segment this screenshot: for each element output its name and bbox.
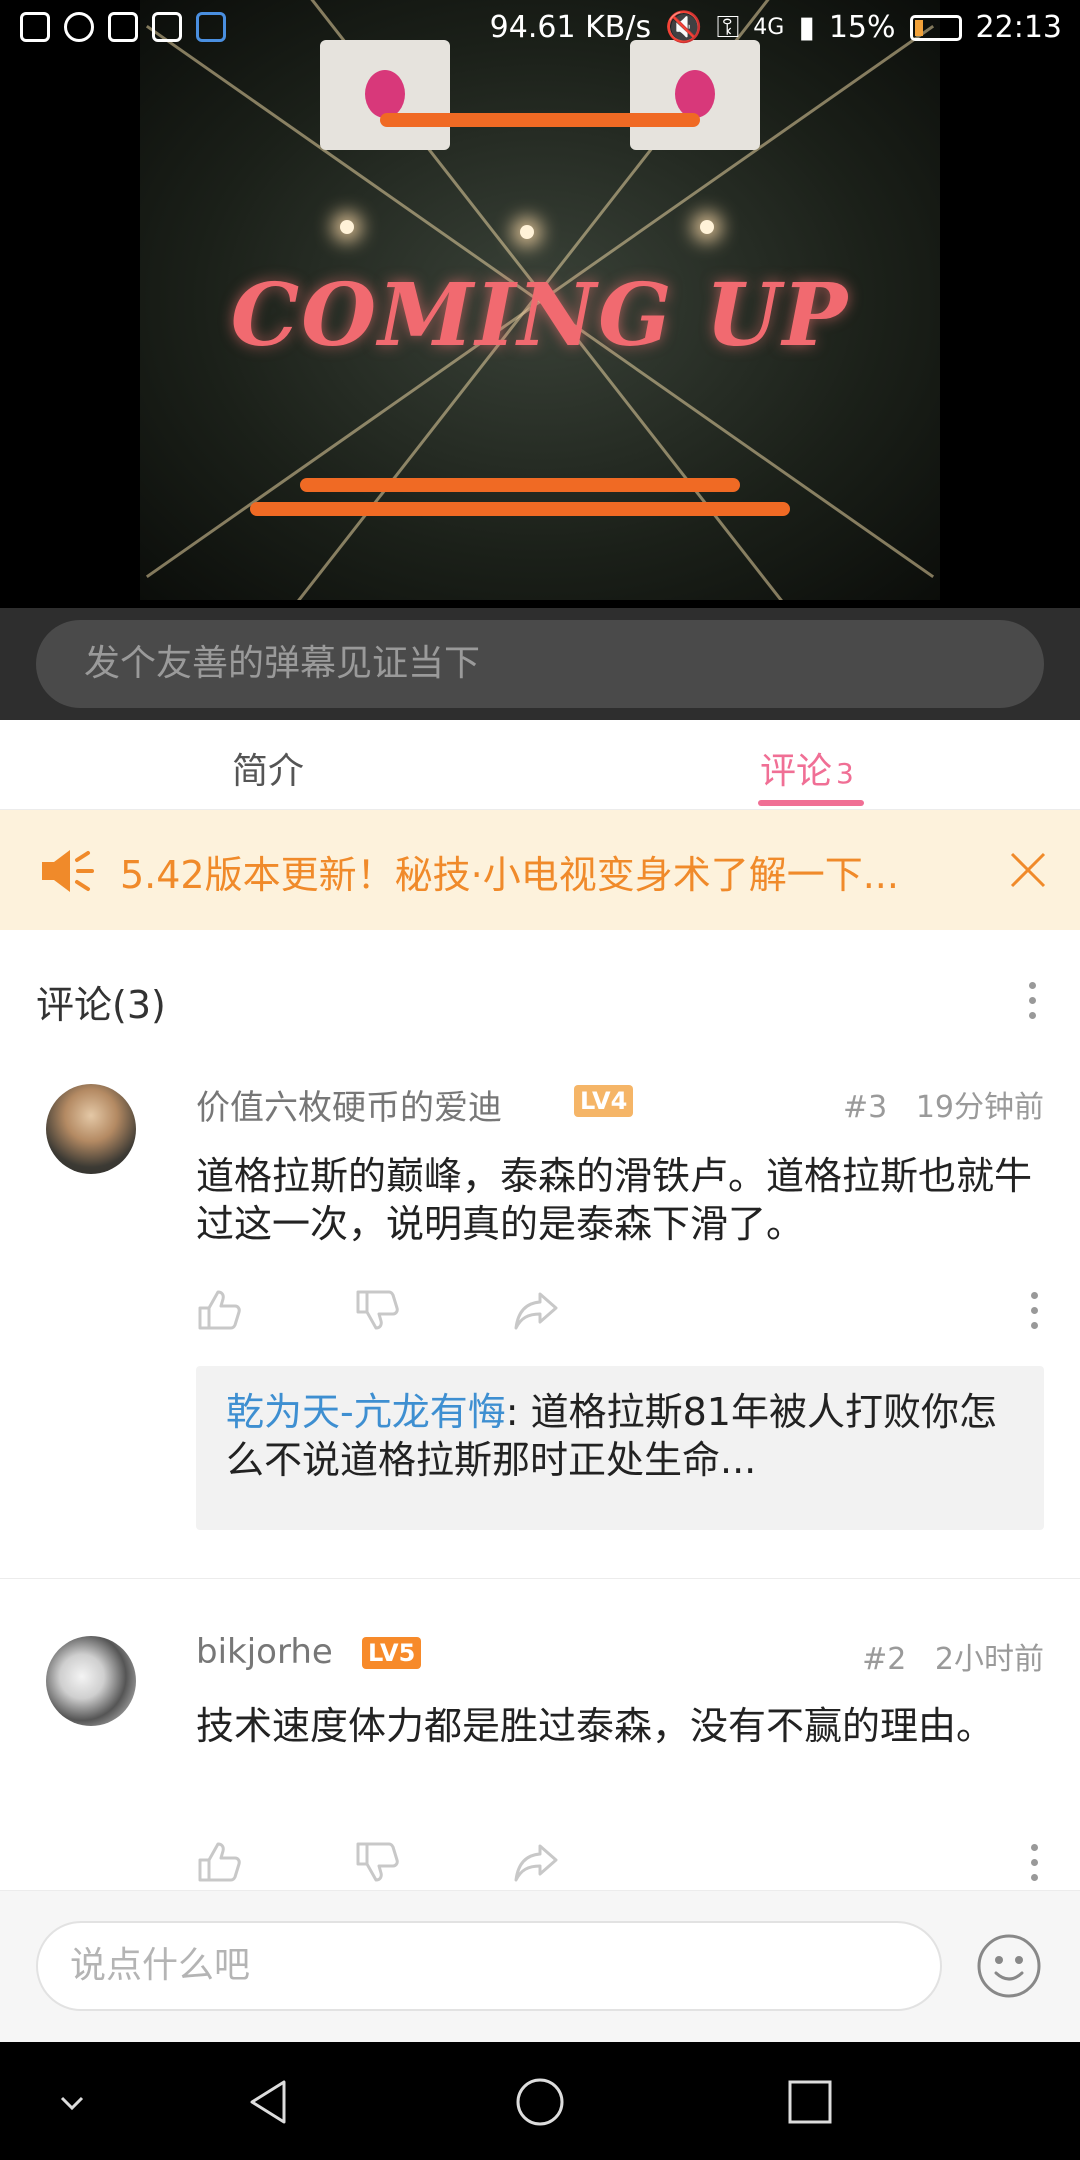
tab-intro[interactable]: 简介: [232, 742, 304, 794]
danmaku-bar: 发个友善的弹幕见证当下: [0, 608, 1080, 720]
comment-actions: [196, 1288, 1046, 1338]
sync-icon: [64, 12, 94, 42]
comment-actions: [196, 1840, 1046, 1890]
share-icon[interactable]: [512, 1840, 560, 1884]
tab-comments-label: 评论: [760, 751, 833, 792]
level-badge: LV4: [574, 1085, 634, 1117]
activity-icon: [108, 12, 138, 42]
home-icon[interactable]: [510, 2072, 570, 2132]
bilibili-icon: [152, 12, 182, 42]
clock: 22:13: [975, 10, 1062, 45]
system-nav-bar: [0, 2042, 1080, 2160]
reply-username[interactable]: 乾为天-亢龙有悔: [226, 1390, 506, 1434]
emoji-icon[interactable]: [976, 1933, 1042, 1999]
tab-bar: 简介 评论 3: [0, 720, 1080, 810]
level-badge: LV5: [362, 1637, 422, 1669]
app-icon: [196, 12, 226, 42]
comment-text: 技术速度体力都是胜过泰森，没有不赢的理由。: [196, 1704, 995, 1748]
comment-floor: #2: [862, 1642, 907, 1677]
thumb-up-icon[interactable]: [196, 1288, 244, 1332]
comment-meta: #3 19分钟前: [843, 1082, 1044, 1126]
comment-input[interactable]: 说点什么吧: [36, 1921, 942, 2011]
comment-username[interactable]: bikjorhe: [196, 1632, 333, 1672]
update-notice[interactable]: 5.42版本更新！秘技·小电视变身术了解一下...: [0, 810, 1080, 930]
chevron-down-icon[interactable]: [42, 2072, 102, 2132]
signal-icon: ▮: [798, 10, 815, 45]
share-icon[interactable]: [512, 1288, 560, 1332]
video-frame: COMING UP: [140, 0, 940, 600]
recents-icon[interactable]: [780, 2072, 840, 2132]
tab-comments[interactable]: 评论 3: [760, 742, 854, 794]
comment-text: 道格拉斯的巅峰，泰森的滑铁卢。道格拉斯也就牛过这一次，说明真的是泰森下滑了。: [196, 1154, 1033, 1246]
video-overlay-text: COMING UP: [230, 265, 850, 366]
more-vertical-icon[interactable]: [1028, 1844, 1040, 1888]
comment-meta: #2 2小时前: [862, 1634, 1044, 1678]
danmaku-input[interactable]: 发个友善的弹幕见证当下: [36, 620, 1044, 708]
alert-icon: [20, 12, 50, 42]
app-page: COMING UP 94.61 KB/s 🔇 ⚿ 4G ▮ 15% 22:13 …: [0, 0, 1080, 2160]
network-speed: 94.61 KB/s: [489, 10, 652, 45]
comment-username[interactable]: 价值六枚硬币的爱迪: [196, 1080, 502, 1129]
battery-icon: [909, 14, 962, 41]
comment-floor: #3: [842, 1090, 888, 1125]
key-icon: ⚿: [716, 10, 740, 45]
more-vertical-icon[interactable]: [1028, 1292, 1040, 1336]
video-player[interactable]: COMING UP 94.61 KB/s 🔇 ⚿ 4G ▮ 15% 22:13: [0, 0, 1080, 608]
back-icon[interactable]: [240, 2072, 300, 2132]
status-bar: 94.61 KB/s 🔇 ⚿ 4G ▮ 15% 22:13: [0, 0, 1080, 60]
avatar[interactable]: [46, 1636, 136, 1726]
more-vertical-icon[interactable]: [1026, 982, 1038, 1026]
thumb-down-icon[interactable]: [354, 1288, 402, 1332]
network-type: 4G: [753, 15, 785, 40]
comment-bar: 说点什么吧: [0, 1890, 1080, 2042]
tab-indicator: [758, 800, 864, 806]
comments-title: 评论(3): [36, 983, 166, 1027]
speaker-icon: [42, 850, 94, 892]
thumb-down-icon[interactable]: [354, 1840, 402, 1884]
close-icon[interactable]: [1006, 848, 1050, 892]
reply-preview[interactable]: 乾为天-亢龙有悔: 道格拉斯81年被人打败你怎么不说道格拉斯那时正处生命...: [196, 1366, 1044, 1530]
divider: [0, 1578, 1080, 1579]
comment-time: 19分钟前: [915, 1090, 1044, 1125]
avatar[interactable]: [46, 1084, 136, 1174]
thumb-up-icon[interactable]: [196, 1840, 244, 1884]
battery-percent: 15%: [828, 10, 896, 45]
tab-comments-count: 3: [836, 757, 854, 790]
comment-time: 2小时前: [934, 1642, 1044, 1677]
mute-icon: 🔇: [665, 10, 703, 45]
notice-text: 5.42版本更新！秘技·小电视变身术了解一下...: [120, 853, 899, 897]
